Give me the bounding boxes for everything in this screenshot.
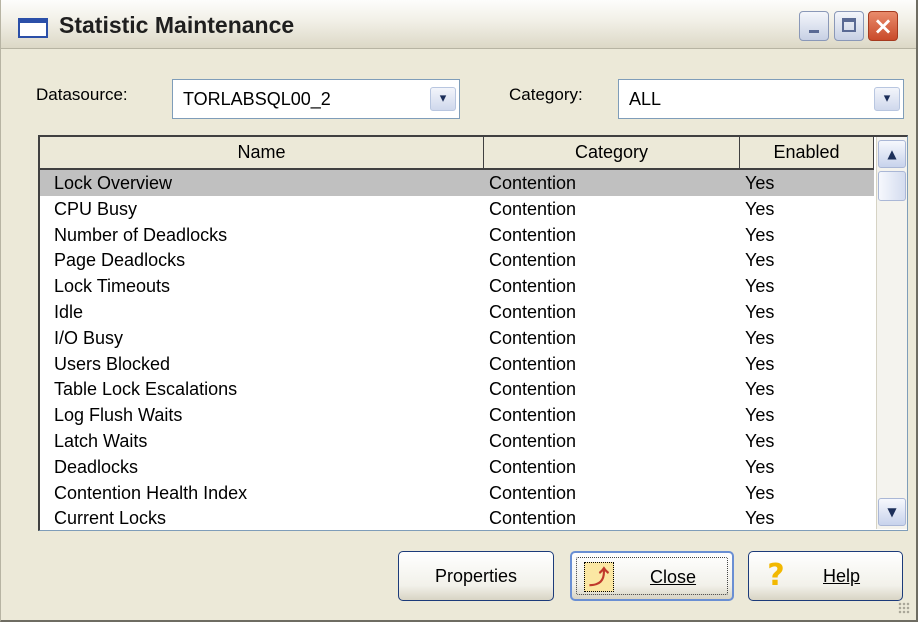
- table-row[interactable]: Users Blocked Contention Yes: [40, 351, 874, 377]
- row-category-cell: Contention: [489, 301, 577, 322]
- vertical-scrollbar[interactable]: ▲ ▼: [876, 137, 907, 529]
- scroll-thumb[interactable]: [878, 171, 906, 201]
- row-enabled-cell: Yes: [745, 301, 775, 322]
- row-category-cell: Contention: [489, 276, 577, 297]
- row-category-cell: Contention: [489, 353, 577, 374]
- row-category-cell: Contention: [489, 173, 577, 193]
- row-enabled-cell: Yes: [745, 173, 775, 193]
- scroll-down-icon[interactable]: ▼: [878, 498, 906, 526]
- row-enabled-cell: Yes: [745, 508, 775, 529]
- close-x-icon: ×: [872, 12, 894, 40]
- row-name-cell: Table Lock Escalations: [54, 379, 238, 400]
- row-category-cell: Contention: [489, 327, 577, 348]
- row-category-cell: Contention: [489, 456, 577, 477]
- row-enabled-cell: Yes: [745, 250, 775, 271]
- table-row[interactable]: Latch Waits Contention Yes: [40, 428, 874, 454]
- column-header-category[interactable]: Category: [484, 137, 740, 168]
- title-bar[interactable]: Statistic Maintenance ×: [1, 0, 916, 49]
- row-enabled-cell: Yes: [745, 198, 775, 219]
- row-category-cell: Contention: [489, 405, 577, 426]
- row-enabled-cell: Yes: [745, 456, 775, 477]
- row-category-cell: Contention: [489, 430, 577, 451]
- row-enabled-cell: Yes: [745, 482, 775, 503]
- help-button[interactable]: ? Help: [748, 551, 903, 601]
- scroll-up-icon[interactable]: ▲: [878, 140, 906, 168]
- table-row[interactable]: I/O Busy Contention Yes: [40, 325, 874, 351]
- table-row[interactable]: Table Lock Escalations Contention Yes: [40, 376, 874, 402]
- row-enabled-cell: Yes: [745, 405, 775, 426]
- row-name-cell: Page Deadlocks: [54, 250, 186, 271]
- category-label: Category:: [509, 85, 583, 104]
- category-select[interactable]: ALL ▾: [618, 79, 904, 119]
- properties-button-label: Properties: [434, 566, 518, 586]
- minimize-button[interactable]: [799, 11, 829, 41]
- row-category-cell: Contention: [489, 198, 577, 219]
- row-enabled-cell: Yes: [745, 276, 775, 297]
- row-category-cell: Contention: [489, 224, 577, 245]
- table-row[interactable]: Lock Timeouts Contention Yes: [40, 273, 874, 299]
- row-name-cell: I/O Busy: [54, 327, 124, 348]
- datasource-select[interactable]: TORLABSQL00_2 ▾: [172, 79, 460, 119]
- table-row[interactable]: Log Flush Waits Contention Yes: [40, 402, 874, 428]
- row-name-cell: CPU Busy: [54, 198, 138, 219]
- table-row[interactable]: Number of Deadlocks Contention Yes: [40, 222, 874, 248]
- table-row[interactable]: Idle Contention Yes: [40, 299, 874, 325]
- row-name-cell: Latch Waits: [54, 430, 148, 451]
- row-enabled-cell: Yes: [745, 379, 775, 400]
- row-name-cell: Contention Health Index: [54, 482, 248, 503]
- column-header-enabled[interactable]: Enabled: [740, 137, 874, 168]
- row-category-cell: Contention: [489, 482, 577, 503]
- statistic-maintenance-dialog: Statistic Maintenance × Datasource: TORL…: [0, 0, 918, 622]
- row-name-cell: Lock Overview: [54, 173, 173, 193]
- row-name-cell: Number of Deadlocks: [54, 224, 228, 245]
- row-name-cell: Idle: [54, 301, 84, 322]
- row-enabled-cell: Yes: [745, 353, 775, 374]
- properties-button[interactable]: Properties: [398, 551, 554, 601]
- window-icon: [18, 18, 48, 38]
- row-enabled-cell: Yes: [745, 224, 775, 245]
- close-window-button[interactable]: ×: [868, 11, 898, 41]
- table-row[interactable]: Contention Health Index Contention Yes: [40, 480, 874, 506]
- row-name-cell: Log Flush Waits: [54, 405, 183, 426]
- row-enabled-cell: Yes: [745, 430, 775, 451]
- row-name-cell: Lock Timeouts: [54, 276, 171, 297]
- list-rows: Lock Overview Contention Yes CPU Busy Conten…: [40, 170, 874, 530]
- table-row[interactable]: Deadlocks Contention Yes: [40, 454, 874, 480]
- chevron-down-icon[interactable]: ▾: [430, 87, 456, 111]
- datasource-label: Datasource:: [36, 85, 128, 104]
- close-button-label: Close: [650, 567, 697, 587]
- row-name-cell: Current Locks: [54, 508, 167, 529]
- resize-grip-icon[interactable]: [898, 602, 910, 614]
- window-title: Statistic Maintenance: [59, 12, 295, 38]
- row-enabled-cell: Yes: [745, 327, 775, 348]
- table-row[interactable]: CPU Busy Contention Yes: [40, 196, 874, 222]
- datasource-value: TORLABSQL00_2: [183, 89, 331, 109]
- question-mark-icon: ?: [767, 558, 785, 593]
- list-header: Name Category Enabled: [40, 137, 874, 170]
- row-category-cell: Contention: [489, 508, 577, 529]
- row-name-cell: Deadlocks: [54, 456, 139, 477]
- row-name-cell: Users Blocked: [54, 353, 171, 374]
- maximize-button[interactable]: [834, 11, 864, 41]
- statistics-list[interactable]: Name Category Enabled Lock Overview Conte…: [38, 135, 908, 531]
- chevron-down-icon[interactable]: ▾: [874, 87, 900, 111]
- row-category-cell: Contention: [489, 250, 577, 271]
- table-row[interactable]: Lock Overview Contention Yes: [40, 170, 874, 196]
- table-row[interactable]: Page Deadlocks Contention Yes: [40, 247, 874, 273]
- column-header-name[interactable]: Name: [40, 137, 484, 168]
- close-button[interactable]: ⤴ Close: [570, 551, 734, 601]
- exit-runner-icon: ⤴: [584, 562, 614, 592]
- row-category-cell: Contention: [489, 379, 577, 400]
- table-row[interactable]: Current Locks Contention Yes: [40, 505, 874, 530]
- category-value: ALL: [629, 89, 662, 109]
- help-button-label: Help: [823, 566, 861, 586]
